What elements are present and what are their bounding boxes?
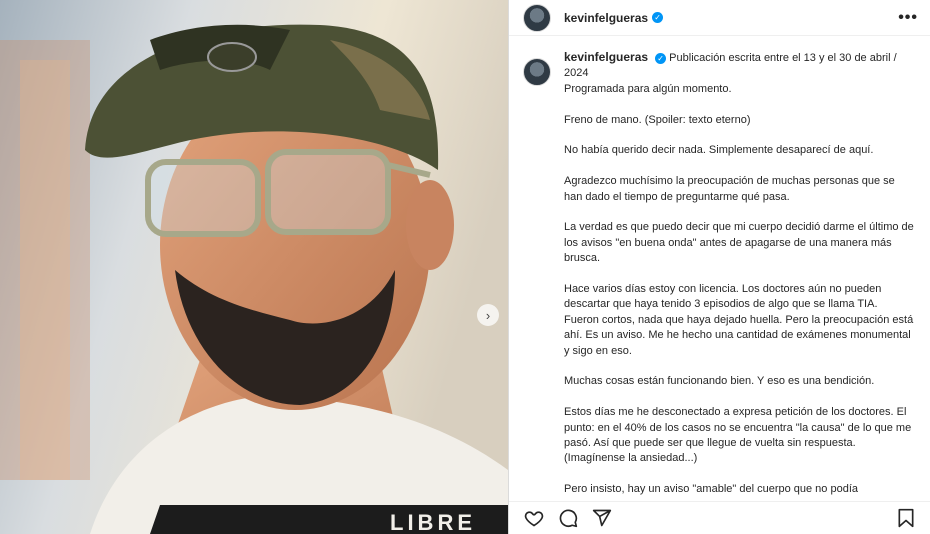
caption-text: kevinfelgueras ✓ Publicación escrita ent… [564,50,914,501]
post-photo[interactable]: LIBRE › [0,0,508,534]
avatar[interactable] [523,3,551,32]
post-header: kevinfelgueras ✓ ••• [509,0,930,36]
caption-paragraph: Estos días me he desconectado a expresa … [564,406,912,465]
portrait-illustration: LIBRE [0,0,508,534]
caption-scroll-area[interactable]: kevinfelgueras ✓ Publicación escrita ent… [509,50,930,501]
caption-avatar[interactable] [523,58,551,86]
caption-paragraph: Freno de mano. (Spoiler: texto eterno) [564,113,751,126]
verified-badge-icon: ✓ [652,12,664,23]
action-bar [509,501,930,534]
caption-paragraph: La verdad es que puedo decir que mi cuer… [564,221,914,265]
share-icon[interactable] [591,507,613,529]
next-photo-button[interactable]: › [477,304,499,326]
caption-row: kevinfelgueras ✓ Publicación escrita ent… [509,50,930,501]
verified-badge-icon: ✓ [655,53,667,65]
caption-paragraph: No había querido decir nada. Simplemente… [564,144,874,157]
more-options-icon[interactable]: ••• [898,9,918,27]
caption-paragraph: Agradezco muchísimo la preocupación de m… [564,175,895,203]
caption-username[interactable]: kevinfelgueras [564,50,648,64]
heart-icon[interactable] [523,507,545,529]
shirt-print-text: LIBRE [390,510,476,534]
caption-paragraph: Programada para algún momento. [564,82,732,95]
bookmark-icon[interactable] [895,507,917,529]
caption-paragraph: Muchas cosas están funcionando bien. Y e… [564,375,875,388]
post-panel: kevinfelgueras ✓ ••• kevinfelgueras ✓ Pu… [508,0,930,534]
caption-paragraph: Hace varios días estoy con licencia. Los… [564,283,914,357]
caption-paragraph: Pero insisto, hay un aviso "amable" del … [564,483,858,496]
header-username[interactable]: kevinfelgueras [564,11,648,25]
comment-icon[interactable] [557,507,579,529]
